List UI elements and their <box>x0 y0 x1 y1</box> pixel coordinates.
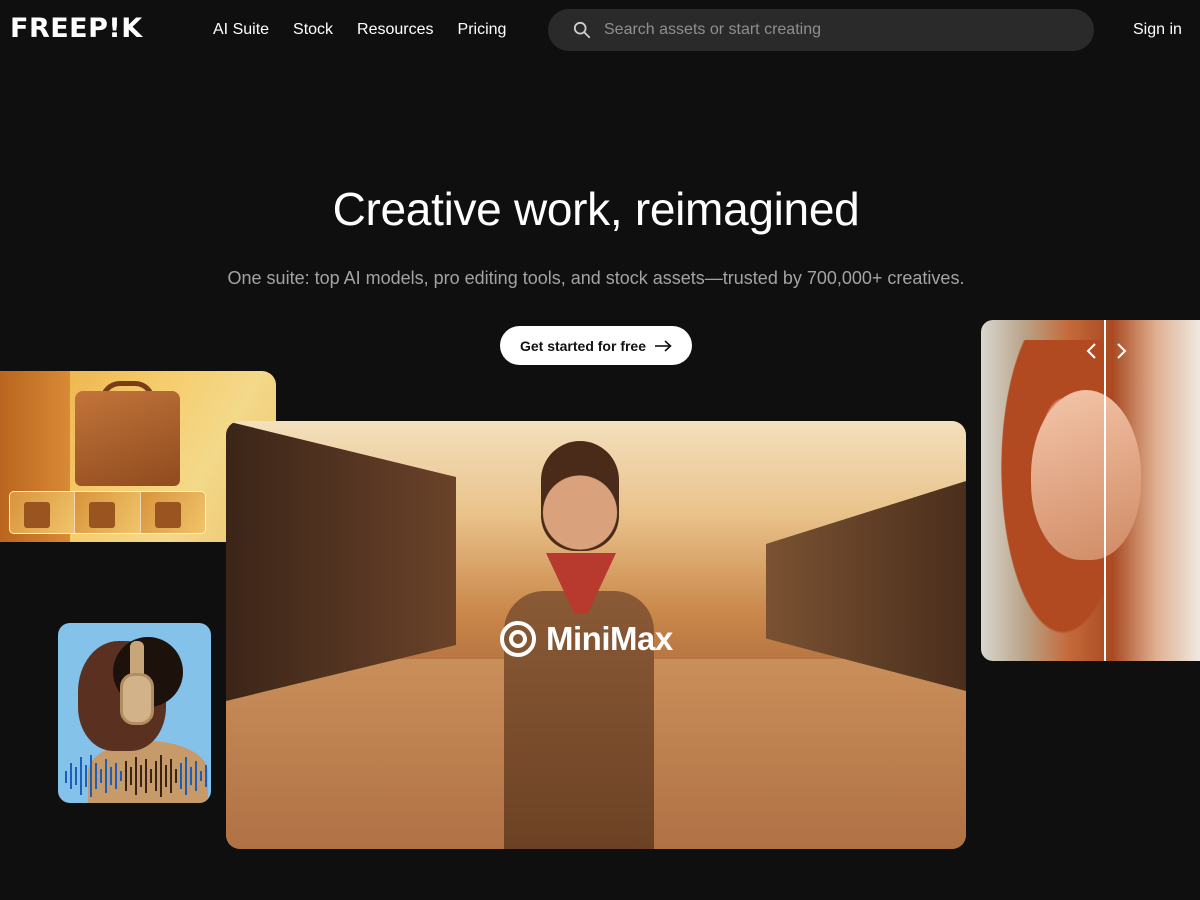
bag-thumbnail[interactable] <box>10 492 76 533</box>
top-header: FREEP!K AI Suite Stock Resources Pricing… <box>0 0 1200 62</box>
nav-item-resources[interactable]: Resources <box>357 19 433 41</box>
search-icon <box>573 21 591 39</box>
minimax-label: MiniMax <box>546 620 673 657</box>
minimax-logo-icon <box>500 621 536 657</box>
chevron-right-icon[interactable] <box>1114 342 1128 360</box>
get-started-button[interactable]: Get started for free <box>500 326 692 365</box>
bag-thumbnail[interactable] <box>75 492 141 533</box>
headphones-icon <box>120 673 154 725</box>
nav-item-stock[interactable]: Stock <box>293 19 333 41</box>
nav-item-ai-suite[interactable]: AI Suite <box>213 19 269 41</box>
search-bar[interactable] <box>548 9 1094 51</box>
portrait-face <box>1031 390 1141 560</box>
sign-in-link[interactable]: Sign in <box>1133 19 1182 41</box>
hero-subtitle: One suite: top AI models, pro editing to… <box>227 268 965 288</box>
before-after-portrait-card[interactable] <box>981 320 1200 661</box>
comparison-divider[interactable] <box>1104 320 1106 661</box>
chevron-left-icon[interactable] <box>1085 342 1099 360</box>
figure-head <box>541 441 619 551</box>
get-started-label: Get started for free <box>519 337 647 354</box>
hero-title: Creative work, reimagined <box>332 183 860 235</box>
search-input[interactable] <box>604 9 1074 51</box>
main-nav: AI Suite Stock Resources Pricing <box>213 19 530 41</box>
audio-waveform <box>65 755 207 797</box>
arrow-right-icon <box>655 339 672 352</box>
audio-showcase-card[interactable] <box>58 623 211 803</box>
main-video-showcase[interactable]: MiniMax <box>226 421 966 849</box>
freepik-logo[interactable]: FREEP!K <box>10 14 143 44</box>
bag-thumbnail-strip <box>9 491 206 534</box>
minimax-badge: MiniMax <box>498 619 673 659</box>
leather-bag-image <box>75 391 180 486</box>
bag-thumbnail[interactable] <box>140 492 205 533</box>
nav-item-pricing[interactable]: Pricing <box>458 19 507 41</box>
